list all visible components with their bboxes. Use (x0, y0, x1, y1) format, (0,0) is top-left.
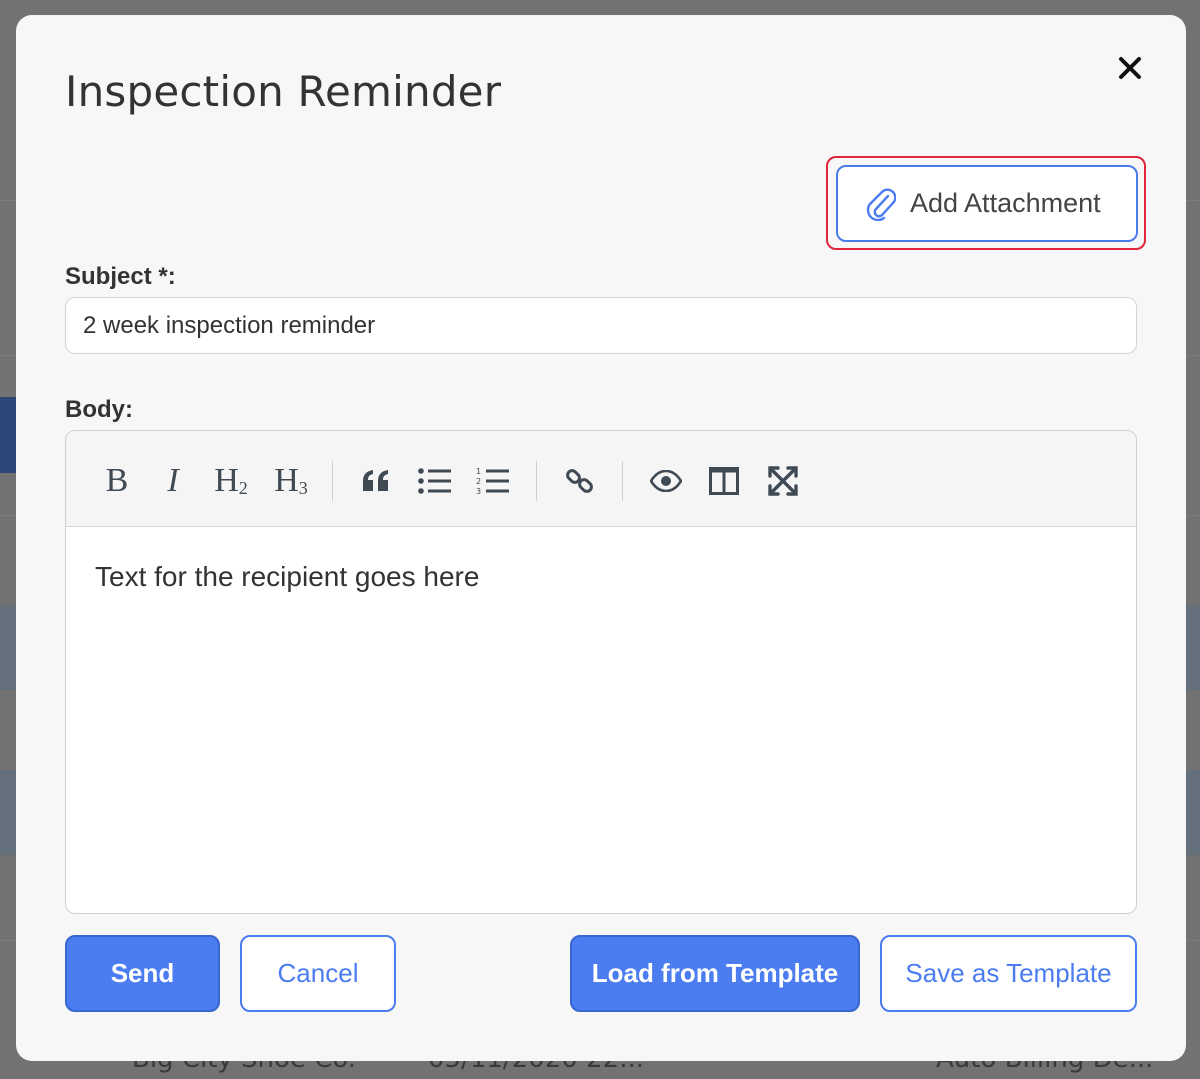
add-attachment-button[interactable]: Add Attachment (836, 165, 1138, 242)
link-icon (566, 469, 593, 493)
svg-text:1: 1 (476, 467, 481, 476)
ordered-list-icon: 1 2 3 (476, 467, 509, 496)
preview-button[interactable] (646, 459, 686, 503)
link-button[interactable] (560, 459, 600, 503)
heading3-button[interactable]: H3 (268, 459, 314, 503)
add-attachment-label: Add Attachment (910, 188, 1101, 218)
quote-button[interactable] (358, 459, 394, 503)
editor-content[interactable]: Text for the recipient goes here (66, 528, 1136, 913)
fullscreen-icon (768, 466, 798, 496)
body-editor: B I H2 H3 1 2 3 Text for the recipient g… (65, 430, 1137, 914)
email-modal: Inspection Reminder Add Attachment Subje… (16, 15, 1186, 1061)
close-button[interactable] (1110, 48, 1150, 88)
toolbar-divider (536, 461, 537, 501)
bold-button[interactable]: B (100, 459, 134, 503)
close-icon (1119, 57, 1141, 79)
load-from-template-button[interactable]: Load from Template (570, 935, 860, 1012)
heading3-subscript: 3 (298, 477, 308, 498)
editor-toolbar: B I H2 H3 1 2 3 (66, 431, 1136, 527)
preview-icon (650, 470, 682, 492)
send-button[interactable]: Send (65, 935, 220, 1012)
side-by-side-icon (709, 467, 739, 495)
cancel-button[interactable]: Cancel (240, 935, 396, 1012)
modal-title: Inspection Reminder (65, 67, 502, 116)
toolbar-divider (332, 461, 333, 501)
heading2-button[interactable]: H2 (208, 459, 254, 503)
ordered-list-button[interactable]: 1 2 3 (474, 459, 512, 503)
save-as-template-button[interactable]: Save as Template (880, 935, 1137, 1012)
toolbar-divider (622, 461, 623, 501)
svg-text:3: 3 (476, 487, 481, 496)
side-by-side-button[interactable] (704, 459, 744, 503)
subject-input[interactable] (65, 297, 1137, 354)
bold-label: B (105, 462, 129, 499)
fullscreen-button[interactable] (763, 459, 803, 503)
quote-icon (363, 470, 388, 491)
unordered-list-icon (418, 468, 451, 494)
italic-label: I (167, 462, 179, 499)
italic-button[interactable]: I (158, 459, 188, 503)
heading2-label: H (214, 462, 239, 499)
heading3-label: H (274, 462, 299, 499)
heading2-subscript: 2 (238, 477, 248, 498)
paperclip-icon (866, 188, 896, 221)
unordered-list-button[interactable] (416, 459, 454, 503)
body-label: Body: (65, 396, 133, 423)
svg-text:2: 2 (476, 477, 481, 486)
subject-label: Subject *: (65, 263, 176, 290)
